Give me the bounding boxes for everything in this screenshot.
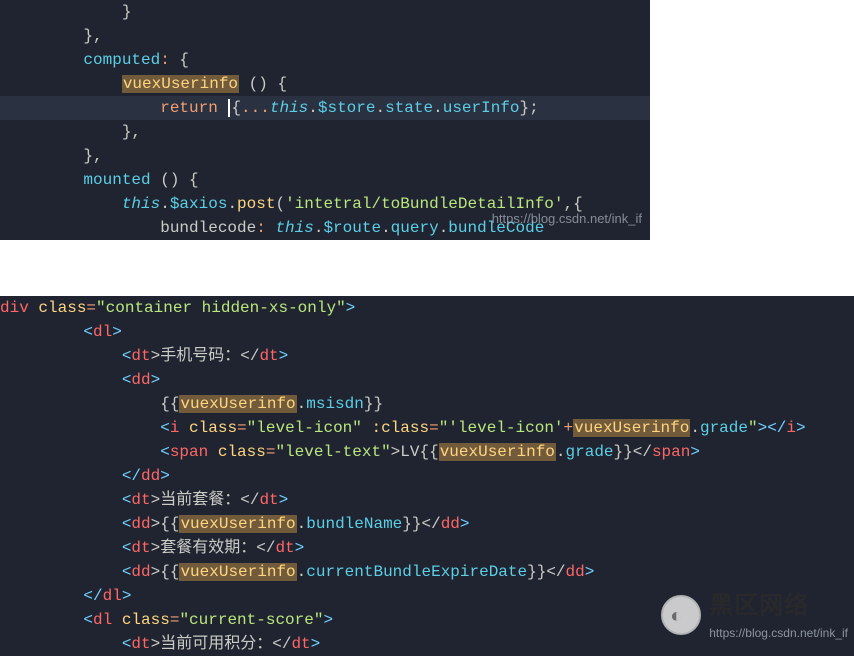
code-line: <dd>{{vuexUserinfo.currentBundleExpireDa… xyxy=(0,560,854,584)
code-line: computed: { xyxy=(0,48,650,72)
code-snippet-html: div class="container hidden-xs-only"> <d… xyxy=(0,296,854,656)
watermark-brand: 黑区网络 xyxy=(709,588,848,624)
code-line-active: return {...this.$store.state.userInfo}; xyxy=(0,96,650,120)
watermark-text: https://blog.csdn.net/ink_if xyxy=(492,209,642,229)
code-line: <dd>{{vuexUserinfo.bundleName}}</dd> xyxy=(0,512,854,536)
highlighted-identifier: vuexUserinfo xyxy=(439,443,556,461)
code-line: }, xyxy=(0,144,650,168)
code-line: <span class="level-text">LV{{vuexUserinf… xyxy=(0,440,854,464)
code-line: <dt>当前套餐：</dt> xyxy=(0,488,854,512)
code-line: vuexUserinfo () { xyxy=(0,72,650,96)
code-line: </dd> xyxy=(0,464,854,488)
watermark-logo-icon xyxy=(661,595,701,635)
code-line: <i class="level-icon" :class="'level-ico… xyxy=(0,416,854,440)
watermark: 黑区网络 https://blog.csdn.net/ink_if xyxy=(661,588,848,642)
code-line: }, xyxy=(0,120,650,144)
code-line: <dl> xyxy=(0,320,854,344)
code-line: }, xyxy=(0,24,650,48)
code-line: <dd> xyxy=(0,368,854,392)
code-line: <dt>手机号码：</dt> xyxy=(0,344,854,368)
code-line: {{vuexUserinfo.msisdn}} xyxy=(0,392,854,416)
watermark-url: https://blog.csdn.net/ink_if xyxy=(709,624,848,642)
code-line: } xyxy=(0,0,650,24)
highlighted-identifier: vuexUserinfo xyxy=(179,563,296,581)
highlighted-identifier: vuexUserinfo xyxy=(122,75,239,93)
code-line: div class="container hidden-xs-only"> xyxy=(0,296,854,320)
highlighted-identifier: vuexUserinfo xyxy=(573,419,690,437)
highlighted-identifier: vuexUserinfo xyxy=(179,515,296,533)
code-line: mounted () { xyxy=(0,168,650,192)
code-line: <dt>套餐有效期：</dt> xyxy=(0,536,854,560)
code-snippet-js: } }, computed: { vuexUserinfo () { retur… xyxy=(0,0,650,240)
highlighted-identifier: vuexUserinfo xyxy=(179,395,296,413)
